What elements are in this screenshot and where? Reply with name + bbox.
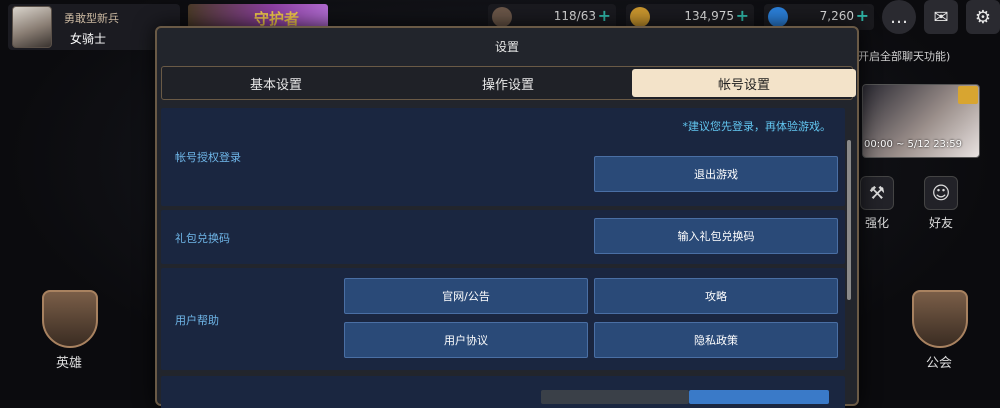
add-gem-button[interactable]: +: [856, 6, 869, 25]
account-section: 帐号授权登录 *建议您先登录，再体验游戏。 退出游戏: [161, 108, 845, 206]
friends-menu[interactable]: ☺ 好友: [924, 176, 958, 231]
login-hint: *建议您先登录，再体验游戏。: [682, 120, 832, 133]
toggle-left[interactable]: [541, 390, 689, 404]
user-agreement-button[interactable]: 用户协议: [344, 322, 588, 358]
friends-label: 好友: [928, 216, 953, 230]
friends-icon: ☺: [924, 176, 958, 210]
event-badge-icon: [958, 86, 978, 104]
stamina-value: 118/63: [553, 9, 596, 23]
player-name: 女骑士: [70, 32, 107, 46]
gold-coin-icon: [630, 7, 650, 27]
gem-value: 7,260: [819, 9, 854, 23]
gift-code-label: 礼包兑换码: [175, 232, 230, 245]
enhance-label: 强化: [864, 216, 889, 230]
add-stamina-button[interactable]: +: [598, 6, 611, 25]
account-login-label: 帐号授权登录: [175, 151, 241, 164]
toggle-right[interactable]: [689, 390, 829, 404]
player-title: 勇敢型新兵: [64, 12, 119, 25]
avatar: [12, 6, 52, 48]
chat-note: 开启全部聊天功能): [858, 50, 951, 63]
coffee-icon: [492, 7, 512, 27]
gold-value: 134,975: [684, 9, 734, 23]
dialog-title: 设置: [494, 40, 519, 54]
tab-basic-settings[interactable]: 基本设置: [164, 69, 388, 97]
help-section: 用户帮助 官网/公告 攻略 用户协议 隐私政策: [161, 268, 845, 370]
help-label: 用户帮助: [175, 314, 219, 327]
guide-button[interactable]: 攻略: [594, 278, 838, 314]
tab-control-settings[interactable]: 操作设置: [396, 69, 620, 97]
gift-code-section: 礼包兑换码 输入礼包兑换码: [161, 210, 845, 264]
settings-tabs: 基本设置 操作设置 帐号设置: [161, 66, 856, 100]
settings-content: 帐号授权登录 *建议您先登录，再体验游戏。 退出游戏 礼包兑换码 输入礼包兑换码…: [161, 108, 845, 408]
gear-icon: ⚙: [974, 6, 992, 28]
enhance-icon: ⚒: [860, 176, 894, 210]
mail-button[interactable]: ✉: [924, 0, 958, 34]
settings-dialog: 设置 基本设置 操作设置 帐号设置 帐号授权登录 *建议您先登录，再体验游戏。 …: [155, 26, 859, 408]
gem-icon: [768, 7, 788, 27]
privacy-policy-button[interactable]: 隐私政策: [594, 322, 838, 358]
chat-button[interactable]: …: [882, 0, 916, 34]
heroes-shield-icon[interactable]: [42, 290, 98, 348]
scrollbar[interactable]: [847, 140, 851, 300]
guild-shield-icon[interactable]: [912, 290, 968, 348]
mail-icon: ✉: [933, 6, 949, 28]
next-section: [161, 376, 845, 408]
tab-account-settings[interactable]: 帐号设置: [632, 69, 856, 97]
logout-button[interactable]: 退出游戏: [594, 156, 838, 192]
enhance-menu[interactable]: ⚒ 强化: [860, 176, 894, 231]
heroes-label: 英雄: [56, 356, 83, 371]
chat-bubble-icon: …: [890, 6, 908, 28]
event-time: 00:00 ~ 5/12 23:59: [864, 139, 963, 150]
settings-button[interactable]: ⚙: [966, 0, 1000, 34]
add-gold-button[interactable]: +: [736, 6, 749, 25]
official-site-button[interactable]: 官网/公告: [344, 278, 588, 314]
guild-label: 公会: [926, 356, 953, 371]
gift-code-button[interactable]: 输入礼包兑换码: [594, 218, 838, 254]
